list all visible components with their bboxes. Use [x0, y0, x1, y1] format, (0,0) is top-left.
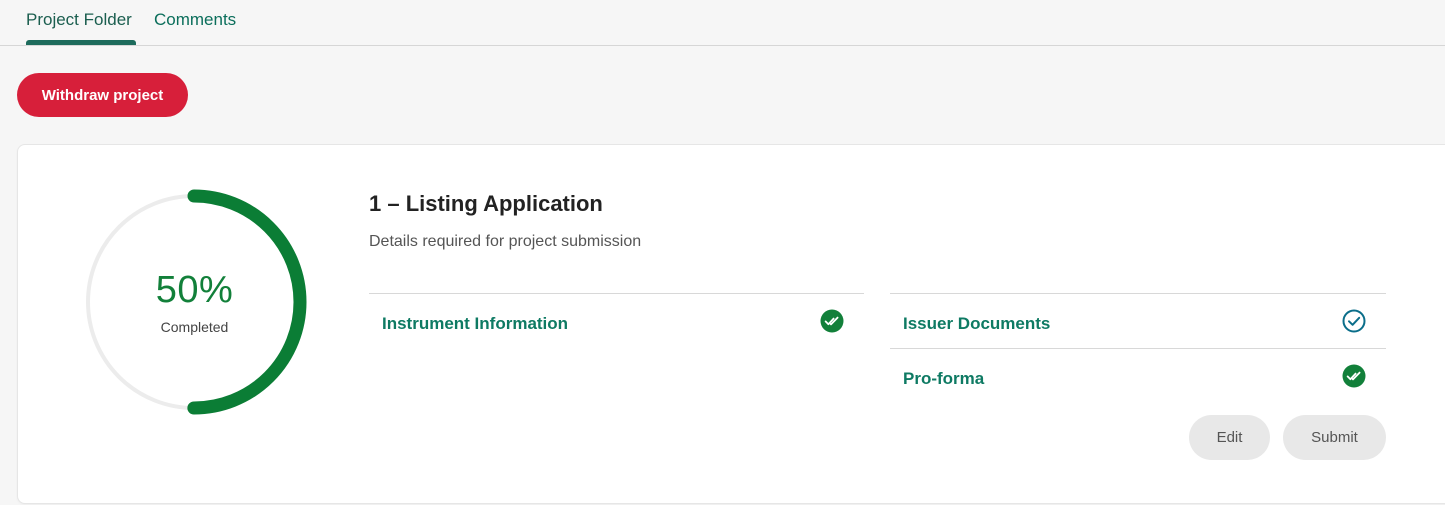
double-check-filled-icon [820, 309, 844, 333]
progress-percent: 50% [155, 269, 234, 311]
item-label: Instrument Information [382, 314, 569, 333]
section-subtitle: Details required for project submission [369, 233, 642, 250]
tab-comments[interactable]: Comments [154, 10, 236, 30]
list-item-issuer-documents[interactable]: Issuer Documents [890, 293, 1386, 348]
item-label: Issuer Documents [903, 314, 1051, 333]
progress-ring-text: 50% Completed [82, 187, 312, 417]
section-title: 1 – Listing Application [369, 191, 603, 216]
requirements-list-left: Instrument Information [369, 293, 864, 348]
withdraw-project-button[interactable]: Withdraw project [17, 73, 188, 117]
progress-label: Completed [160, 319, 229, 335]
submit-button[interactable]: Submit [1283, 415, 1386, 460]
double-check-filled-icon [1342, 364, 1366, 388]
tab-bar: Project Folder Comments [0, 0, 1445, 46]
item-label: Pro-forma [903, 369, 985, 388]
list-item-instrument-information[interactable]: Instrument Information [369, 293, 864, 348]
requirements-list-right: Issuer Documents Pro-forma [890, 293, 1386, 403]
edit-button[interactable]: Edit [1189, 415, 1270, 460]
tab-project-folder[interactable]: Project Folder [26, 10, 132, 30]
active-tab-indicator [26, 40, 136, 45]
project-card: 50% Completed 1 – Listing Application De… [17, 144, 1445, 504]
check-circle-outline-icon [1342, 309, 1366, 333]
list-item-pro-forma[interactable]: Pro-forma [890, 348, 1386, 403]
